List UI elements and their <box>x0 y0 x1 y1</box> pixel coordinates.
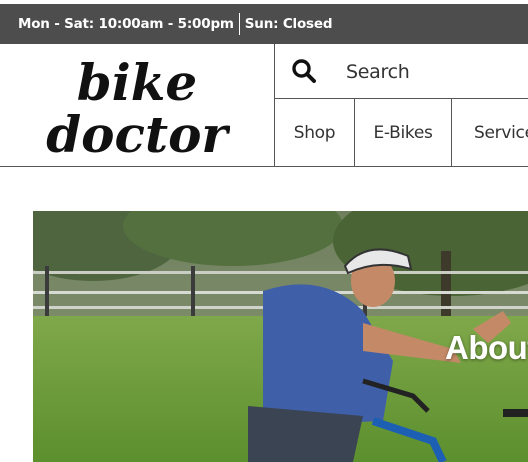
top-info-bar: Mon - Sat: 10:00am - 5:00pm Sun: Closed <box>0 4 528 44</box>
sunday-closed: Sun: Closed <box>244 16 333 32</box>
store-hours: Mon - Sat: 10:00am - 5:00pm <box>18 16 234 32</box>
search-bar[interactable]: Search <box>275 44 528 99</box>
nav-item-e-bikes[interactable]: E-Bikes <box>355 99 452 166</box>
hero-banner: About <box>33 211 528 462</box>
main-nav: Shop E-Bikes Services <box>275 99 528 166</box>
nav-item-services[interactable]: Services <box>452 99 528 166</box>
divider <box>238 13 240 35</box>
nav-item-shop[interactable]: Shop <box>275 99 355 166</box>
logo-line-2: doctor <box>46 105 230 162</box>
hero-heading: About <box>445 329 528 366</box>
bike-doctor-logo[interactable]: bike doctor <box>0 44 275 166</box>
logo-line-1: bike <box>77 53 197 112</box>
search-input[interactable]: Search <box>346 61 410 83</box>
logo-wordmark: bike doctor <box>46 53 230 162</box>
site-header: bike doctor Search Shop E-Bikes Services <box>0 44 528 167</box>
search-icon[interactable] <box>291 58 317 89</box>
